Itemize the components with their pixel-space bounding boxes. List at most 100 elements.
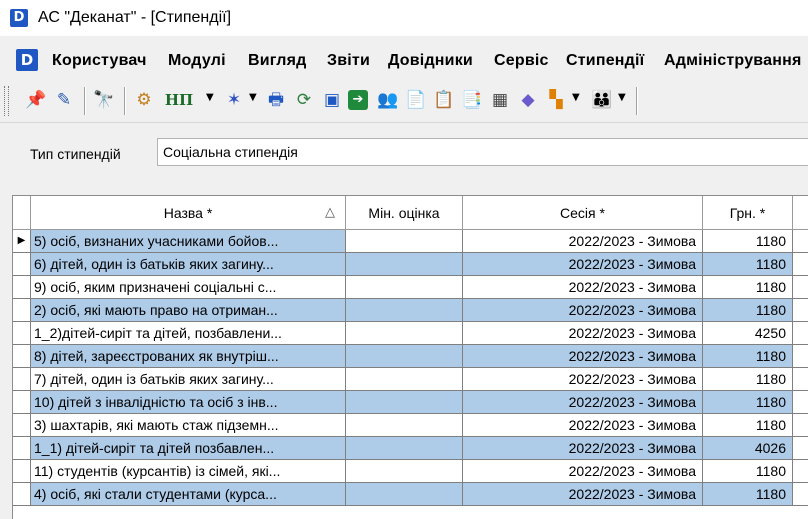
column-header-amount[interactable]: Грн. * [703,196,793,230]
document-icon[interactable]: 📄 [404,88,428,112]
column-header-min-grade[interactable]: Мін. оцінка [346,196,463,230]
report-edit-icon[interactable]: 📑 [460,88,484,112]
row-indicator[interactable] [13,391,31,414]
cell-session[interactable]: 2022/2023 - Зимова [463,322,703,345]
cell-session[interactable]: 2022/2023 - Зимова [463,253,703,276]
cell-session[interactable]: 2022/2023 - Зимова [463,368,703,391]
table-row[interactable]: 9) осіб, яким призначені соціальні с... 2… [13,276,808,299]
cell-min-grade[interactable] [346,414,463,437]
cell-amount[interactable]: 1180 [703,391,793,414]
table-row[interactable]: 6) дітей, один із батьків яких загину...… [13,253,808,276]
cell-min-grade[interactable] [346,322,463,345]
table-row[interactable]: 8) дітей, зареєстрованих як внутріш... 20… [13,345,808,368]
cell-amount[interactable]: 1180 [703,299,793,322]
cell-session[interactable]: 2022/2023 - Зимова [463,414,703,437]
table-row[interactable]: 7) дітей, один із батьків яких загину...… [13,368,808,391]
cell-amount[interactable]: 1180 [703,230,793,253]
row-indicator[interactable] [13,345,31,368]
star-icon[interactable]: ✶ [222,88,246,112]
table-row[interactable]: 1_1) дітей-сиріт та дітей позбавлен... 20… [13,437,808,460]
table-row[interactable]: 3) шахтарів, які мають стаж підземн... 20… [13,414,808,437]
cell-session[interactable]: 2022/2023 - Зимова [463,276,703,299]
cell-name[interactable]: 2) осіб, які мають право на отриман... [31,299,346,322]
table-row[interactable]: 1_2)дітей-сиріт та дітей, позбавлени... 2… [13,322,808,345]
cell-name[interactable]: 1_1) дітей-сиріт та дітей позбавлен... [31,437,346,460]
cell-name[interactable]: 8) дітей, зареєстрованих як внутріш... [31,345,346,368]
blocks-icon[interactable]: ▚ [544,88,568,112]
cell-session[interactable]: 2022/2023 - Зимова [463,345,703,368]
print-icon[interactable]: 🖶 [264,88,288,112]
cell-amount[interactable]: 1180 [703,345,793,368]
menu-scholarships[interactable]: Стипендії [566,52,644,70]
cell-min-grade[interactable] [346,345,463,368]
cell-name[interactable]: 9) осіб, яким призначені соціальні с... [31,276,346,299]
menu-view[interactable]: Вигляд [248,52,307,70]
window-icon[interactable]: ▣ [320,88,344,112]
cell-amount[interactable]: 1180 [703,276,793,299]
refresh-icon[interactable]: ⟳ [292,88,316,112]
row-indicator[interactable] [13,460,31,483]
chevron-down-icon[interactable]: ▼ [572,92,580,103]
row-indicator[interactable] [13,437,31,460]
np-button[interactable]: НП [162,88,196,112]
scholarship-type-field[interactable]: Соціальна стипендія [157,138,808,166]
current-row-marker-icon[interactable]: ▶ [13,230,31,253]
row-indicator[interactable] [13,322,31,345]
highlight-icon[interactable]: ✎ [52,88,76,112]
cell-name[interactable]: 1_2)дітей-сиріт та дітей, позбавлени... [31,322,346,345]
people-icon[interactable]: 👥 [376,88,400,112]
gears-icon[interactable]: ⚙ [132,88,156,112]
cell-min-grade[interactable] [346,253,463,276]
row-indicator[interactable] [13,368,31,391]
cell-name[interactable]: 4) осіб, які стали студентами (курса... [31,483,346,506]
row-indicator[interactable] [13,253,31,276]
row-indicator[interactable] [13,483,31,506]
pin-icon[interactable]: 📌 [24,88,48,112]
cell-session[interactable]: 2022/2023 - Зимова [463,483,703,506]
row-indicator[interactable] [13,299,31,322]
cell-name[interactable]: 5) осіб, визнаних учасниками бойов... [31,230,346,253]
table-row[interactable]: 10) дітей з інвалідністю та осіб з інв..… [13,391,808,414]
cell-name[interactable]: 10) дітей з інвалідністю та осіб з інв..… [31,391,346,414]
cell-session[interactable]: 2022/2023 - Зимова [463,437,703,460]
cell-amount[interactable]: 1180 [703,253,793,276]
cell-name[interactable]: 3) шахтарів, які мають стаж підземн... [31,414,346,437]
cell-amount[interactable]: 4250 [703,322,793,345]
cell-min-grade[interactable] [346,368,463,391]
cell-min-grade[interactable] [346,230,463,253]
cell-amount[interactable]: 1180 [703,483,793,506]
system-menu-icon[interactable]: D [16,49,38,71]
column-header-name[interactable]: Назва * △ [31,196,346,230]
cell-amount[interactable]: 1180 [703,460,793,483]
scholarship-table[interactable]: Назва * △ Мін. оцінка Сесія * Грн. * ▶ 5)… [12,195,808,519]
menu-reports[interactable]: Звіти [327,52,370,70]
row-indicator[interactable] [13,414,31,437]
chevron-down-icon[interactable]: ▼ [206,92,214,103]
cell-min-grade[interactable] [346,276,463,299]
cell-min-grade[interactable] [346,460,463,483]
cell-session[interactable]: 2022/2023 - Зимова [463,299,703,322]
cell-session[interactable]: 2022/2023 - Зимова [463,230,703,253]
menu-administration[interactable]: Адміністрування [664,52,801,70]
toolbar-grip[interactable] [4,86,9,116]
menu-service[interactable]: Сервіс [494,52,549,70]
menu-user[interactable]: Користувач [52,52,147,70]
table-row[interactable]: 11) студентів (курсантів) із сімей, які.… [13,460,808,483]
cell-min-grade[interactable] [346,437,463,460]
cell-min-grade[interactable] [346,299,463,322]
cell-amount[interactable]: 4026 [703,437,793,460]
eraser-icon[interactable]: ◆ [516,88,540,112]
report-icon[interactable]: 📋 [432,88,456,112]
column-header-session[interactable]: Сесія * [463,196,703,230]
table-row[interactable]: 4) осіб, які стали студентами (курса... 2… [13,483,808,506]
chevron-down-icon[interactable]: ▼ [249,92,257,103]
cell-name[interactable]: 6) дітей, один із батьків яких загину... [31,253,346,276]
cell-name[interactable]: 7) дітей, один із батьків яких загину... [31,368,346,391]
export-icon[interactable]: ➔ [348,90,368,110]
menu-references[interactable]: Довідники [388,52,473,70]
binoculars-icon[interactable]: 🔭 [92,88,116,112]
menu-modules[interactable]: Модулі [168,52,226,70]
cell-name[interactable]: 11) студентів (курсантів) із сімей, які.… [31,460,346,483]
users-icon[interactable]: 👪 [590,88,614,112]
cell-amount[interactable]: 1180 [703,368,793,391]
